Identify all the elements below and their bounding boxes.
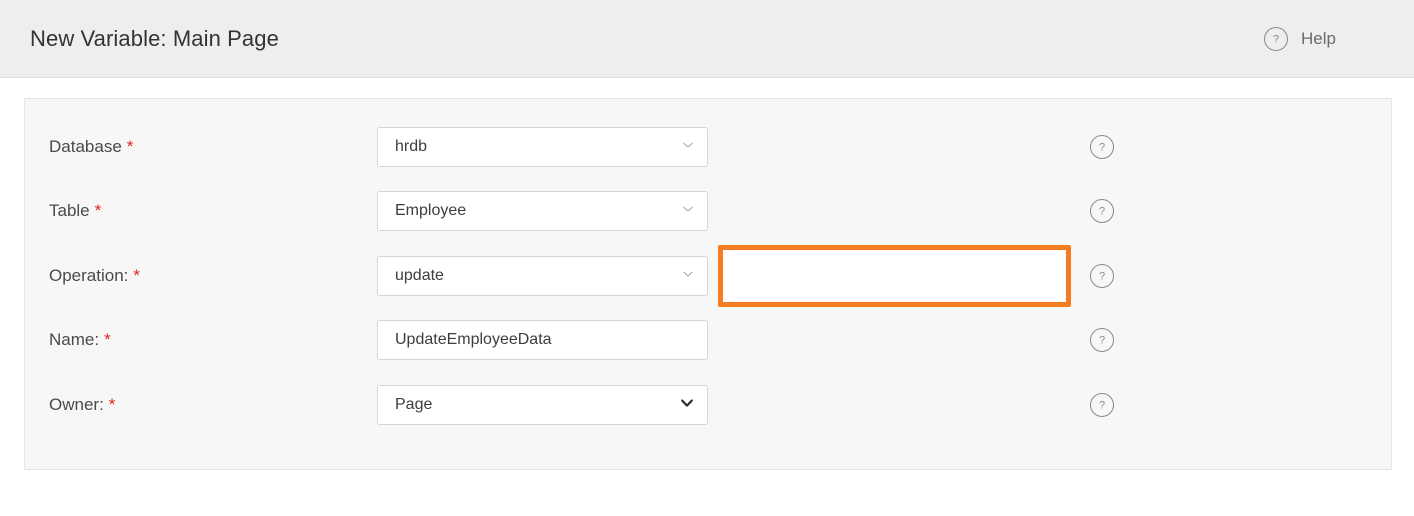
name-control-wrap: UpdateEmployeeData ?	[377, 320, 708, 360]
operation-highlight-box	[718, 245, 1071, 307]
form-row-database: Database * hrdb ?	[25, 127, 1391, 167]
svg-text:?: ?	[1099, 206, 1105, 218]
operation-label-text: Operation:	[49, 266, 128, 285]
chevron-down-icon	[681, 138, 695, 157]
svg-text:?: ?	[1099, 271, 1105, 283]
table-control-wrap: Employee ?	[377, 191, 708, 231]
table-label-text: Table	[49, 201, 90, 220]
page-title: New Variable: Main Page	[30, 26, 279, 52]
form-row-name: Name: * UpdateEmployeeData ?	[25, 320, 1391, 360]
owner-help-icon[interactable]: ?	[1090, 393, 1114, 417]
database-dropdown[interactable]: hrdb	[377, 127, 708, 167]
owner-label-text: Owner:	[49, 395, 104, 414]
chevron-down-icon	[681, 267, 695, 286]
svg-text:?: ?	[1099, 400, 1105, 412]
page-header: New Variable: Main Page ? Help	[0, 0, 1414, 78]
chevron-down-icon	[679, 395, 695, 416]
table-value: Employee	[395, 202, 681, 220]
owner-value: Page	[395, 396, 679, 414]
chevron-down-icon	[681, 202, 695, 221]
table-label: Table *	[49, 201, 101, 221]
name-value: UpdateEmployeeData	[395, 331, 695, 349]
owner-select[interactable]: Page	[377, 385, 708, 425]
svg-text:?: ?	[1273, 33, 1279, 45]
required-asterisk: *	[95, 201, 102, 220]
required-asterisk: *	[127, 137, 134, 156]
database-label-text: Database	[49, 137, 122, 156]
operation-value: update	[395, 267, 681, 285]
svg-text:?: ?	[1099, 335, 1105, 347]
name-label: Name: *	[49, 330, 111, 350]
table-help-icon[interactable]: ?	[1090, 199, 1114, 223]
variable-form-card: Database * hrdb ? Table *	[24, 98, 1392, 470]
name-help-icon[interactable]: ?	[1090, 328, 1114, 352]
form-row-owner: Owner: * Page ?	[25, 385, 1391, 425]
database-control-wrap: hrdb ?	[377, 127, 708, 167]
name-input[interactable]: UpdateEmployeeData	[377, 320, 708, 360]
help-label: Help	[1301, 29, 1336, 49]
operation-dropdown[interactable]: update	[377, 256, 708, 296]
operation-label: Operation: *	[49, 266, 140, 286]
svg-text:?: ?	[1099, 142, 1105, 154]
database-help-icon[interactable]: ?	[1090, 135, 1114, 159]
table-dropdown[interactable]: Employee	[377, 191, 708, 231]
form-row-operation: Operation: * update ?	[25, 256, 1391, 296]
name-label-text: Name:	[49, 330, 99, 349]
required-asterisk: *	[104, 330, 111, 349]
database-label: Database *	[49, 137, 133, 157]
required-asterisk: *	[133, 266, 140, 285]
help-button[interactable]: ? Help	[1264, 27, 1336, 51]
owner-control-wrap: Page ?	[377, 385, 708, 425]
question-circle-icon: ?	[1264, 27, 1288, 51]
form-row-table: Table * Employee ?	[25, 191, 1391, 231]
operation-help-icon[interactable]: ?	[1090, 264, 1114, 288]
owner-label: Owner: *	[49, 395, 115, 415]
database-value: hrdb	[395, 138, 681, 156]
operation-control-wrap: update ?	[377, 256, 708, 296]
required-asterisk: *	[109, 395, 116, 414]
